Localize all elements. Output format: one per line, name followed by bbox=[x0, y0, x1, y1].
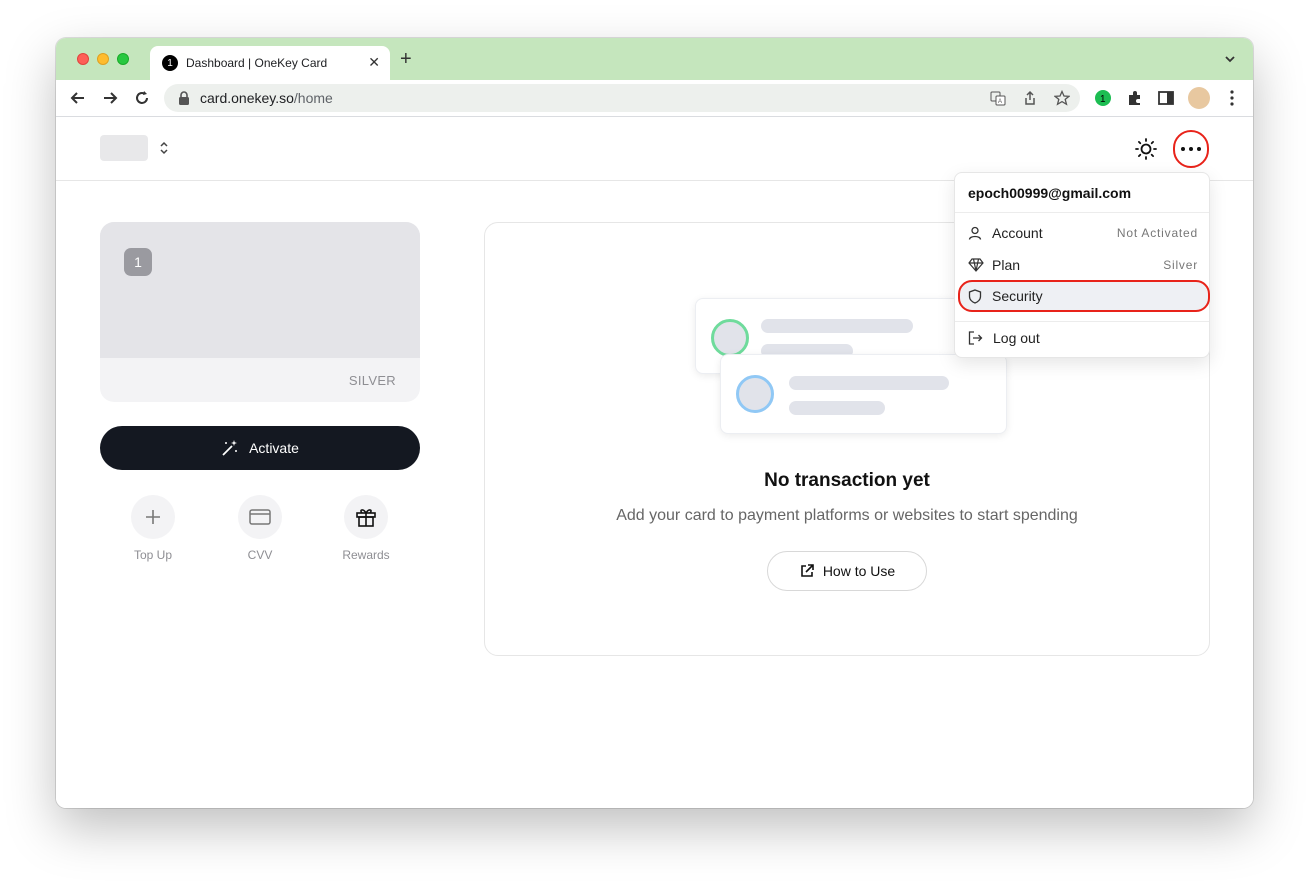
forward-arrow-icon[interactable] bbox=[100, 88, 120, 108]
address-bar[interactable]: card.onekey.so/home A bbox=[164, 84, 1080, 112]
new-tab-button[interactable]: + bbox=[400, 49, 412, 69]
menu-item-label: Log out bbox=[993, 330, 1040, 346]
activate-button[interactable]: Activate bbox=[100, 426, 420, 470]
rewards-label: Rewards bbox=[342, 548, 390, 562]
more-options-button[interactable] bbox=[1173, 130, 1209, 168]
how-to-use-label: How to Use bbox=[822, 563, 896, 579]
browser-tab[interactable]: 1 Dashboard | OneKey Card ✕ bbox=[150, 46, 390, 80]
activate-label: Activate bbox=[249, 440, 299, 456]
card-icon bbox=[249, 509, 271, 525]
top-up-button[interactable] bbox=[131, 495, 175, 539]
menu-divider bbox=[955, 321, 1209, 322]
bookmark-star-icon[interactable] bbox=[1054, 90, 1070, 106]
extensions-puzzle-icon[interactable] bbox=[1126, 89, 1144, 107]
lock-icon bbox=[179, 91, 189, 105]
onekey-favicon-icon: 1 bbox=[162, 55, 178, 71]
logout-icon bbox=[968, 331, 983, 345]
rewards-button[interactable] bbox=[344, 495, 388, 539]
url-text: card.onekey.so/home bbox=[200, 90, 333, 106]
cvv-button[interactable] bbox=[238, 495, 282, 539]
top-up-action[interactable]: Top Up bbox=[123, 495, 183, 562]
placeholder-avatar bbox=[736, 375, 774, 413]
magic-wand-icon bbox=[222, 440, 238, 456]
onekey-logo-icon: 1 bbox=[124, 248, 152, 276]
chevron-up-down-icon[interactable] bbox=[158, 139, 170, 157]
placeholder-bar bbox=[789, 401, 885, 415]
card-selector-thumbnail[interactable] bbox=[100, 135, 148, 161]
placeholder-illustration-card bbox=[720, 354, 1007, 434]
svg-text:A: A bbox=[998, 99, 1002, 105]
onekey-extension-icon[interactable]: 1 bbox=[1094, 89, 1112, 107]
menu-item-label: Plan bbox=[992, 257, 1021, 273]
placeholder-bar bbox=[789, 376, 949, 390]
close-window-button[interactable] bbox=[77, 53, 89, 65]
plus-icon bbox=[146, 510, 160, 524]
back-arrow-icon[interactable] bbox=[68, 88, 88, 108]
side-panel-icon[interactable] bbox=[1157, 89, 1175, 107]
theme-toggle-sun-icon[interactable] bbox=[1134, 137, 1158, 161]
empty-state-title: No transaction yet bbox=[764, 470, 930, 491]
user-email: epoch00999@gmail.com bbox=[968, 185, 1132, 201]
cvv-label: CVV bbox=[247, 548, 273, 562]
rewards-action[interactable]: Rewards bbox=[336, 495, 396, 562]
cvv-action[interactable]: CVV bbox=[230, 495, 290, 562]
external-link-icon bbox=[801, 564, 814, 577]
menu-divider bbox=[955, 212, 1209, 213]
translate-icon[interactable]: A bbox=[990, 90, 1006, 106]
menu-item-label: Security bbox=[992, 288, 1043, 304]
account-dropdown-menu: epoch00999@gmail.com Account Not Activat… bbox=[954, 172, 1210, 358]
placeholder-avatar bbox=[711, 319, 749, 357]
payment-card[interactable]: 1 SILVER bbox=[100, 222, 420, 402]
browser-window: 1 Dashboard | OneKey Card ✕ + card.oneke… bbox=[56, 38, 1253, 808]
browser-menu-icon[interactable] bbox=[1223, 89, 1241, 107]
browser-toolbar: card.onekey.so/home A 1 bbox=[56, 80, 1253, 117]
diamond-icon bbox=[968, 258, 984, 272]
card-tier-label: SILVER bbox=[348, 373, 396, 388]
app-content: 1 SILVER Activate Top Up CVV Rewards No … bbox=[56, 117, 1253, 808]
tab-title: Dashboard | OneKey Card bbox=[186, 56, 328, 70]
user-icon bbox=[968, 226, 982, 240]
menu-item-value: Not Activated bbox=[1116, 226, 1198, 240]
reload-icon[interactable] bbox=[132, 88, 152, 108]
menu-item-account[interactable]: Account Not Activated bbox=[960, 219, 1206, 247]
share-icon[interactable] bbox=[1022, 90, 1038, 106]
menu-item-plan[interactable]: Plan Silver bbox=[960, 251, 1206, 279]
empty-state-subtitle: Add your card to payment platforms or we… bbox=[616, 507, 1078, 524]
gift-icon bbox=[356, 509, 376, 527]
profile-avatar[interactable] bbox=[1188, 87, 1210, 109]
tab-search-chevron-icon[interactable] bbox=[1223, 52, 1237, 66]
how-to-use-button[interactable]: How to Use bbox=[767, 551, 927, 591]
tab-strip: 1 Dashboard | OneKey Card ✕ + bbox=[56, 38, 1253, 80]
menu-item-logout[interactable]: Log out bbox=[960, 324, 1206, 352]
placeholder-bar bbox=[761, 319, 913, 333]
top-up-label: Top Up bbox=[133, 548, 173, 562]
ellipsis-icon bbox=[1181, 147, 1185, 151]
menu-item-security[interactable]: Security bbox=[958, 280, 1210, 312]
maximize-window-button[interactable] bbox=[117, 53, 129, 65]
svg-text:1: 1 bbox=[1100, 94, 1106, 105]
menu-item-label: Account bbox=[992, 225, 1043, 241]
menu-item-value: Silver bbox=[1163, 258, 1198, 272]
card-face: 1 bbox=[100, 222, 420, 358]
shield-icon bbox=[968, 288, 982, 304]
minimize-window-button[interactable] bbox=[97, 53, 109, 65]
tab-close-icon[interactable]: ✕ bbox=[368, 54, 380, 71]
